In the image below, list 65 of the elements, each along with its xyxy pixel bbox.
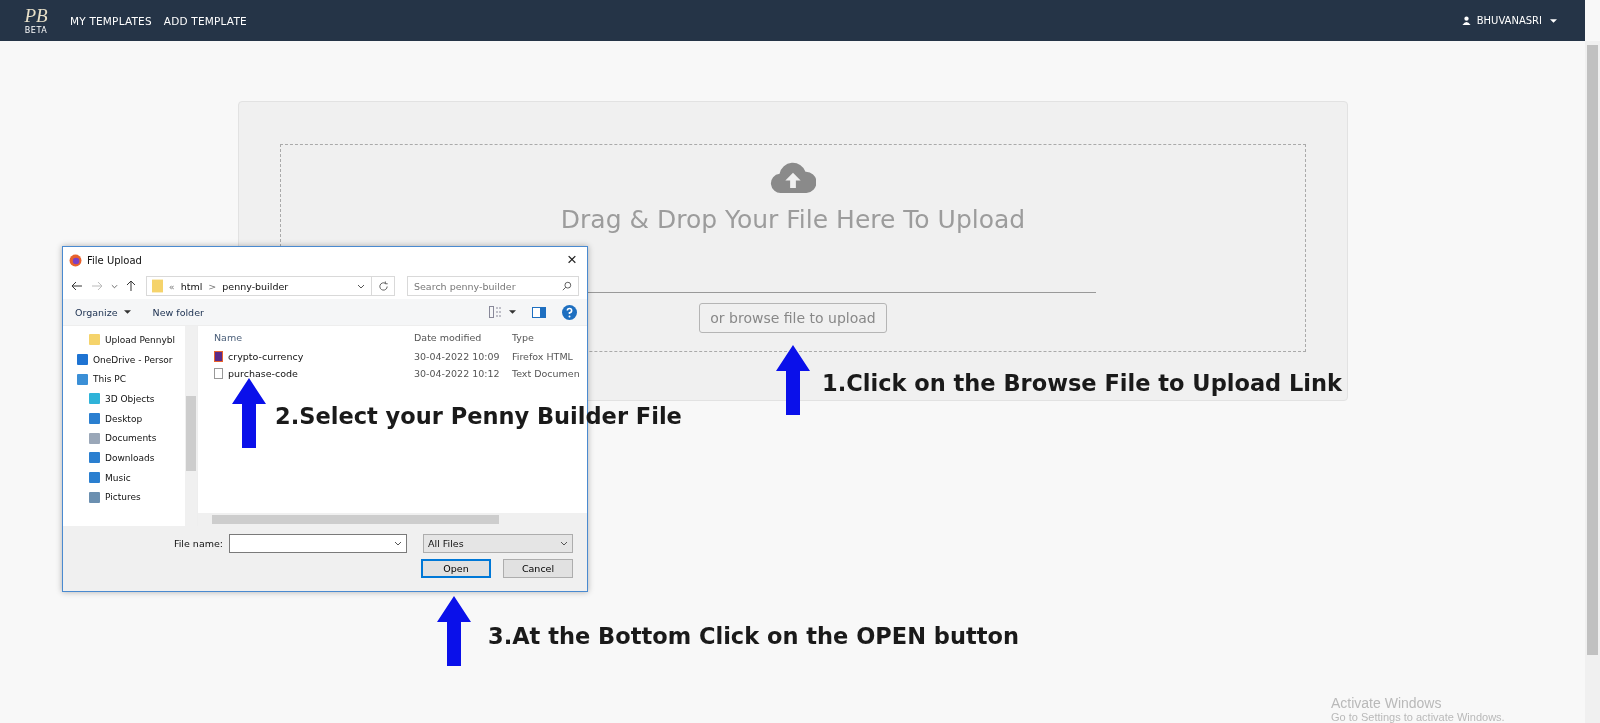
caret-icon (123, 310, 131, 314)
browser-logo-icon (69, 253, 82, 267)
drop-heading: Drag & Drop Your File Here To Upload (560, 205, 1026, 234)
chevron-down-icon (394, 541, 402, 546)
chevron-down-icon[interactable] (357, 283, 365, 289)
navigation-item[interactable]: Upload Pennybl (63, 330, 185, 350)
beta-label: BETA (24, 26, 48, 35)
up-arrow-icon[interactable] (125, 280, 136, 292)
activation-notice: Activate Windows (1331, 695, 1443, 711)
search-field[interactable]: Search penny-builder (407, 276, 579, 296)
scrollbar[interactable] (198, 513, 587, 526)
navigation-item[interactable]: OneDrive - Persor (63, 349, 185, 370)
path-text: > (208, 280, 217, 292)
back-arrow-icon[interactable] (71, 281, 83, 291)
logo-monogram[interactable]: PB (24, 6, 48, 26)
organize-menu[interactable]: Organize (75, 306, 118, 318)
chevron-down-icon (560, 541, 568, 546)
file-type: Firefox HTML (511, 351, 574, 362)
caret-icon[interactable] (509, 310, 516, 314)
navigation-item[interactable]: Desktop (63, 408, 185, 429)
file-name-label: File name: (173, 538, 223, 549)
file-date: 30-04-2022 10:09 (413, 351, 501, 362)
column-header[interactable]: Type (506, 331, 587, 343)
scrollbar[interactable] (185, 326, 197, 526)
nav-link[interactable]: ADD TEMPLATE (163, 14, 247, 27)
file-name-field[interactable] (229, 534, 407, 553)
cancel-button[interactable]: Cancel (503, 559, 573, 578)
navigation-item[interactable]: Documents (63, 428, 185, 449)
user-menu[interactable]: BHUVANASRI (1476, 15, 1542, 26)
nav-link[interactable]: MY TEMPLATES (70, 14, 152, 27)
dialog-title: File Upload (87, 254, 142, 266)
search-icon (562, 281, 572, 291)
web-file-icon (214, 351, 223, 362)
instruction-text: 3.At the Bottom Click on the OPEN button (488, 623, 1019, 649)
path-text: « (168, 280, 175, 292)
up-arrow-annotation (776, 345, 810, 415)
navigation-item[interactable]: Downloads (63, 448, 185, 468)
instruction-text: 1.Click on the Browse File to Upload Link (822, 370, 1343, 396)
up-arrow-annotation (232, 378, 266, 448)
new-folder-button[interactable]: New folder (152, 306, 204, 318)
column-header[interactable]: Date modified (408, 331, 506, 343)
path-text: html (180, 280, 203, 292)
open-button[interactable]: Open (421, 559, 491, 578)
cloud-upload-icon (770, 162, 816, 195)
activation-detail: Go to Settings to activate Windows. (1331, 711, 1505, 723)
file-type-dropdown[interactable]: All Files (423, 534, 573, 553)
file-date: 30-04-2022 10:12 (413, 368, 501, 379)
file-name[interactable]: purchase-code (228, 368, 298, 379)
file-name[interactable]: crypto-currency (228, 351, 304, 362)
help-icon[interactable] (562, 304, 577, 320)
navigation-item[interactable]: Music (63, 467, 185, 488)
view-options-icon[interactable] (489, 306, 503, 318)
scrollbar[interactable] (1585, 41, 1600, 723)
navigation-item[interactable]: This PC (63, 369, 185, 390)
close-button[interactable]: × (563, 250, 581, 270)
up-arrow-annotation (437, 596, 471, 666)
text-file-icon (214, 368, 223, 379)
navigation-item[interactable]: Pictures (63, 487, 185, 508)
file-type: Text Documen (511, 368, 581, 379)
refresh-icon[interactable] (378, 280, 389, 292)
preview-pane-icon[interactable] (532, 306, 546, 318)
caret-icon (1550, 18, 1557, 23)
navigation-item[interactable]: 3D Objects (63, 389, 185, 409)
address-bar[interactable]: « html > penny-builder (145, 276, 395, 296)
user-icon (1461, 16, 1471, 25)
